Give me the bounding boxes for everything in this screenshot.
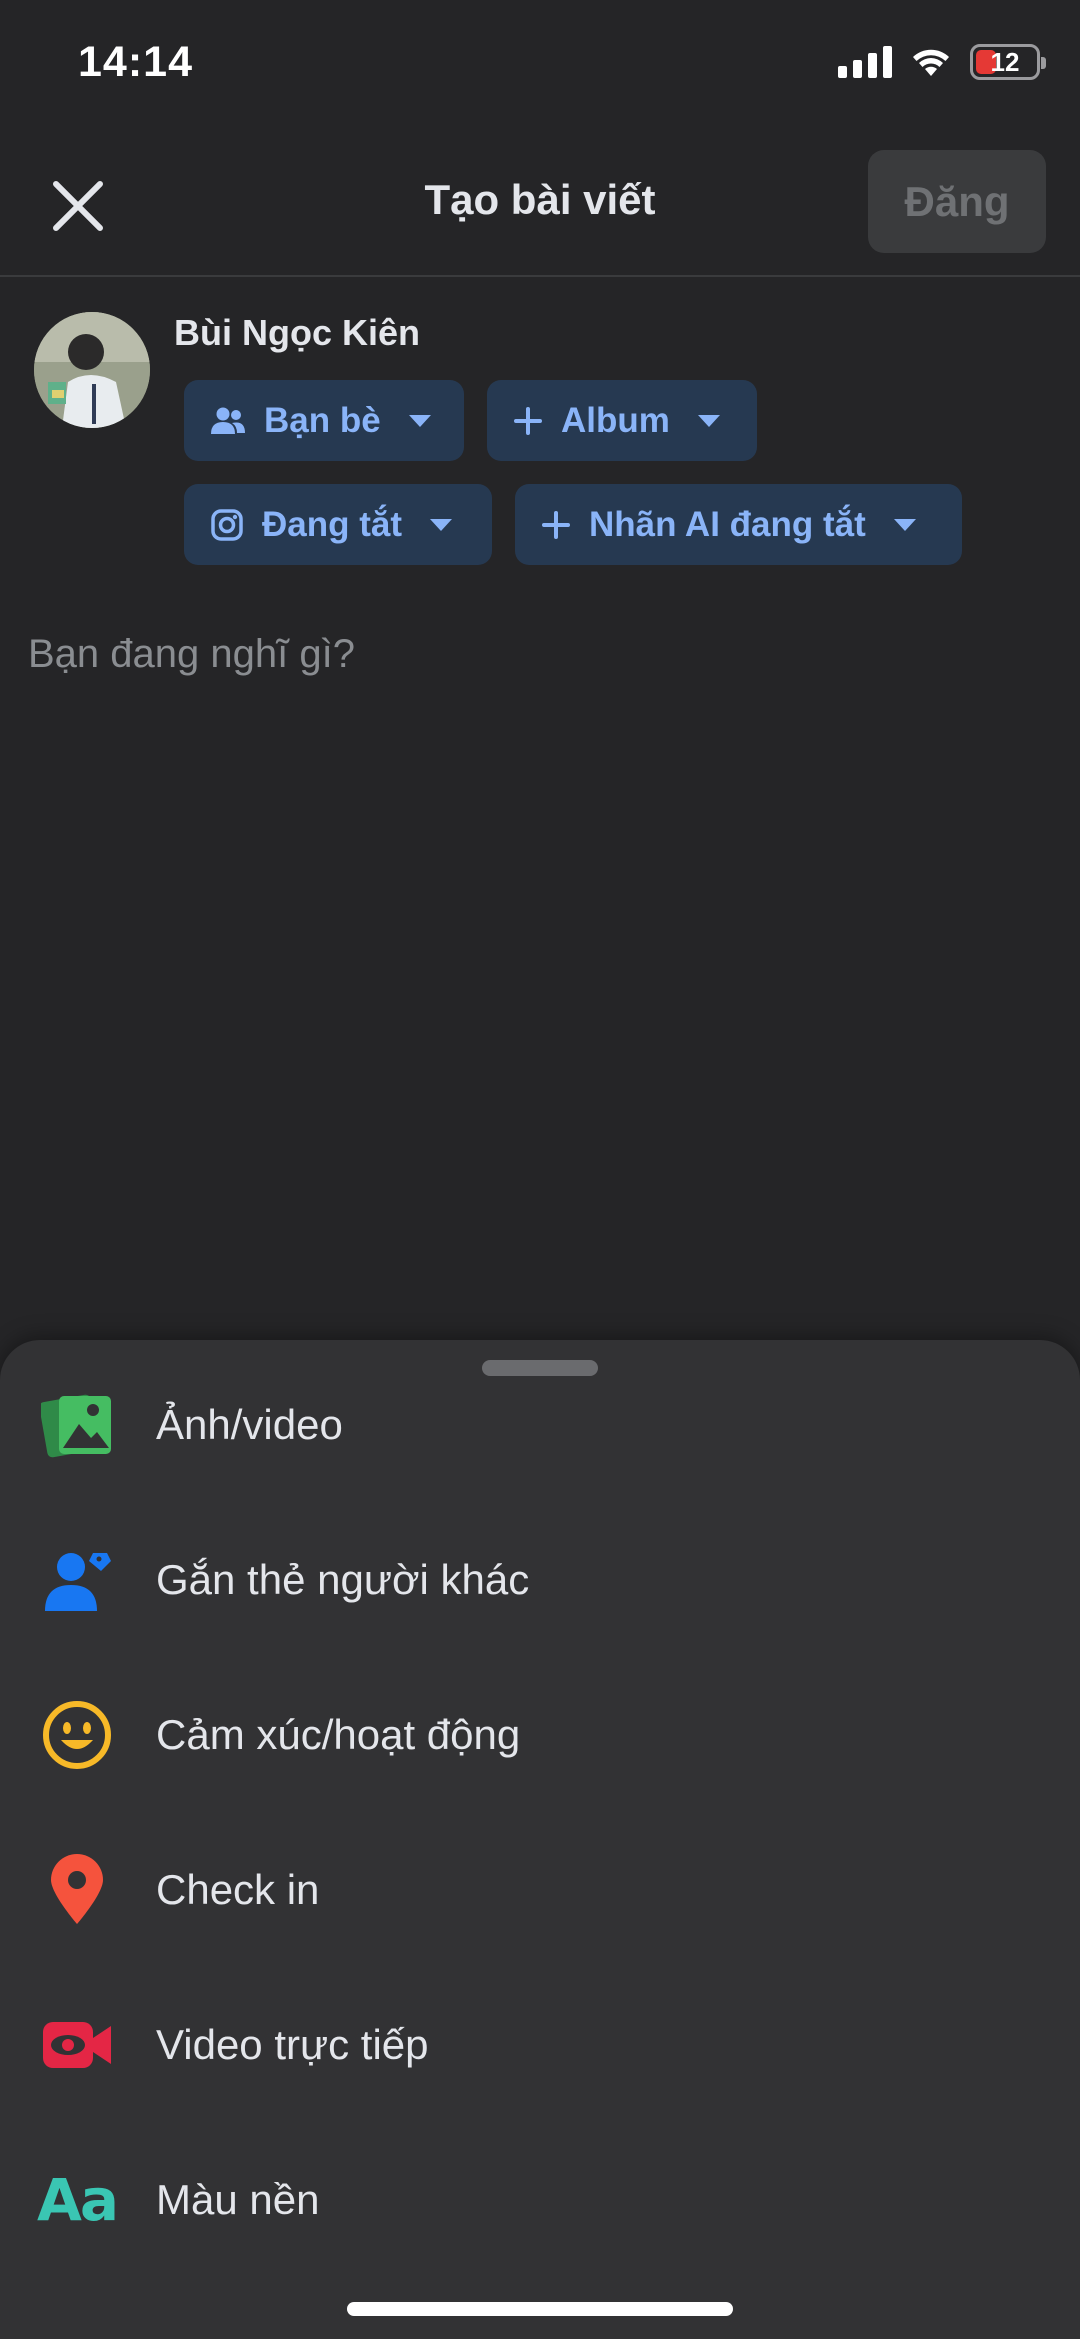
photo-video-icon xyxy=(38,1386,116,1464)
home-indicator[interactable] xyxy=(347,2302,733,2316)
instagram-share-button[interactable]: Đang tắt xyxy=(184,484,492,565)
sheet-item-label: Video trực tiếp xyxy=(156,2021,429,2068)
sheet-item-background-color[interactable]: Aa Màu nền xyxy=(0,2135,1080,2265)
audience-friends-button[interactable]: Bạn bè xyxy=(184,380,464,461)
background-color-icon: Aa xyxy=(36,2166,119,2234)
chevron-down-icon xyxy=(893,518,916,531)
album-button[interactable]: Album xyxy=(487,380,757,461)
sheet-item-label: Check in xyxy=(156,1866,320,1913)
ai-label-button[interactable]: Nhãn AI đang tắt xyxy=(515,484,962,565)
chevron-down-icon xyxy=(430,518,452,531)
sheet-item-tag-people[interactable]: Gắn thẻ người khác xyxy=(0,1515,1080,1645)
post-options-sheet: Ảnh/video Gắn thẻ người khác Cảm xúc/hoạ… xyxy=(0,1340,1080,2339)
post-button[interactable]: Đăng xyxy=(868,150,1046,253)
post-text-input[interactable]: Bạn đang nghĩ gì? xyxy=(28,632,355,677)
chevron-down-icon xyxy=(408,414,431,427)
audience-friends-label: Bạn bè xyxy=(264,400,381,440)
sheet-item-check-in[interactable]: Check in xyxy=(0,1825,1080,1955)
ai-label-text: Nhãn AI đang tắt xyxy=(589,504,866,544)
wifi-icon xyxy=(913,49,949,76)
instagram-icon xyxy=(211,508,243,541)
header: Tạo bài viết Đăng xyxy=(0,130,1080,277)
sheet-item-photo-video[interactable]: Ảnh/video xyxy=(0,1360,1080,1490)
status-time: 14:14 xyxy=(78,38,193,86)
battery-icon: 12 xyxy=(970,44,1046,80)
plus-icon xyxy=(542,510,570,539)
status-icons: 12 xyxy=(838,44,1046,80)
sheet-item-label: Gắn thẻ người khác xyxy=(156,1556,530,1603)
feeling-icon xyxy=(38,1696,116,1774)
sheet-item-label: Cảm xúc/hoạt động xyxy=(156,1711,521,1758)
user-name: Bùi Ngọc Kiên xyxy=(174,312,421,353)
cellular-signal-icon xyxy=(838,46,892,78)
sheet-item-label: Ảnh/video xyxy=(156,1401,343,1448)
plus-icon xyxy=(514,406,542,435)
create-post-screen: 14:14 12 Tạo bài viết Đăng Bùi Ngọc Kiên… xyxy=(0,0,1080,2339)
tag-people-icon xyxy=(38,1541,116,1619)
album-label: Album xyxy=(561,400,670,440)
sheet-item-feeling[interactable]: Cảm xúc/hoạt động xyxy=(0,1670,1080,1800)
status-bar: 14:14 12 xyxy=(0,0,1080,130)
battery-level: 12 xyxy=(990,46,1020,77)
live-video-icon xyxy=(38,2006,116,2084)
avatar[interactable] xyxy=(34,312,150,428)
friends-icon xyxy=(211,407,245,434)
location-pin-icon xyxy=(38,1851,116,1929)
instagram-share-label: Đang tắt xyxy=(262,504,402,544)
sheet-item-live-video[interactable]: Video trực tiếp xyxy=(0,1980,1080,2110)
sheet-item-label: Màu nền xyxy=(156,2176,320,2223)
chevron-down-icon xyxy=(697,414,720,427)
